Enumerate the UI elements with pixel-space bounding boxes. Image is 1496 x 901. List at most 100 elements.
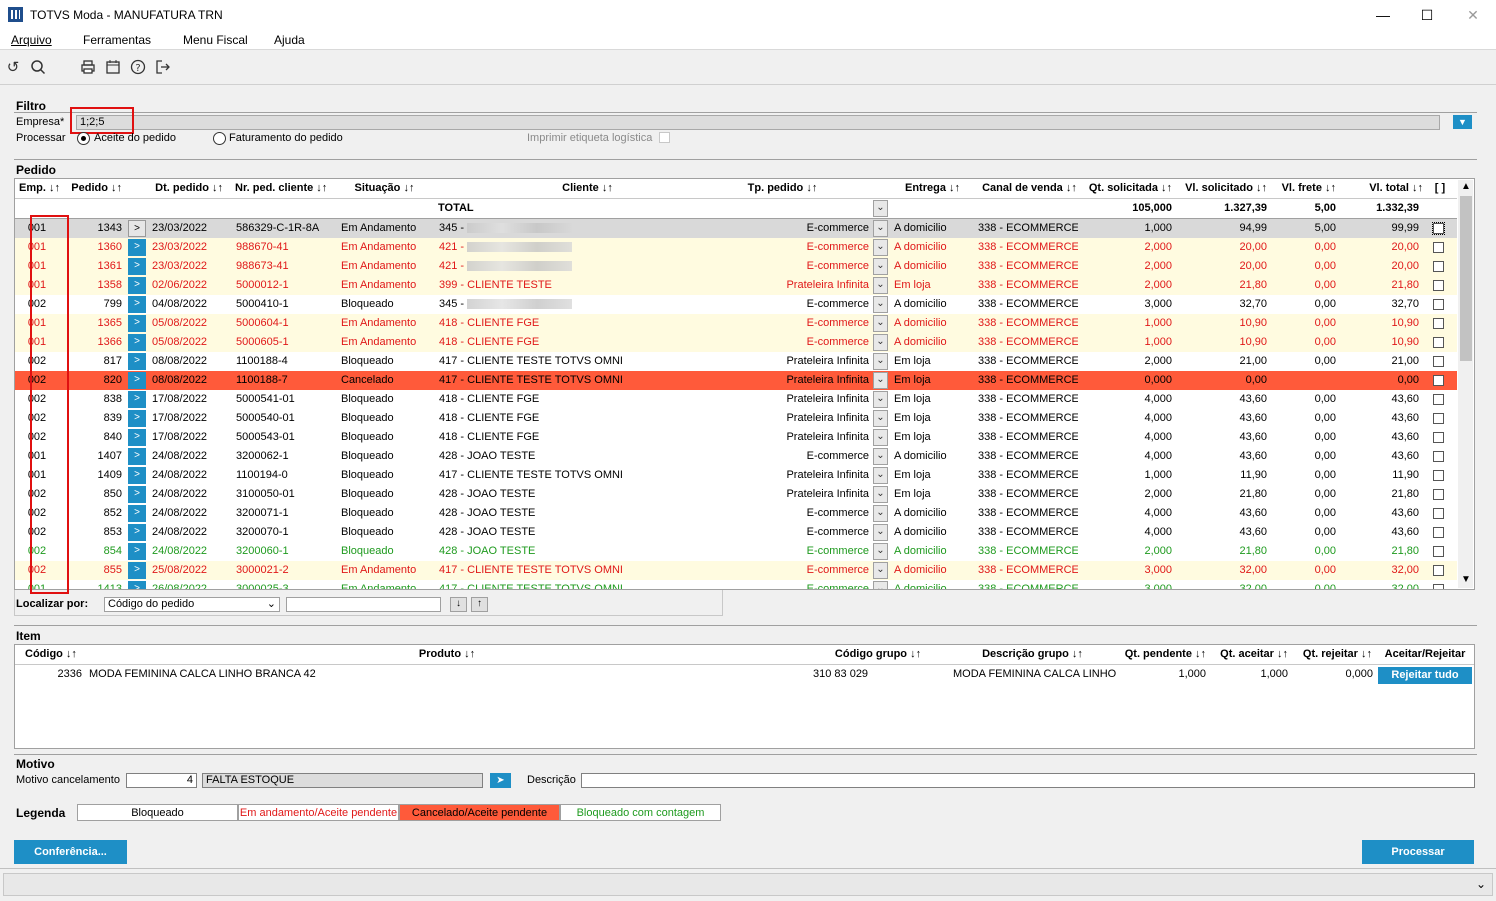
order-row[interactable]: 002 840 17/08/2022 5000543-01 Bloqueado 418 -… — [15, 428, 1457, 447]
order-select-checkbox[interactable] — [1433, 470, 1444, 481]
order-type-dropdown-icon[interactable]: ⌄ — [873, 391, 888, 408]
order-expand-button[interactable]: > — [128, 391, 146, 408]
order-expand-button[interactable]: > — [128, 220, 146, 237]
order-row[interactable]: 001 1366 05/08/2022 5000605-1 Em Andamento 41… — [15, 333, 1457, 352]
order-select-checkbox[interactable] — [1433, 394, 1444, 405]
order-select-checkbox[interactable] — [1433, 432, 1444, 443]
col-qt-solicitada[interactable]: Qt. solicitada ↓↑ — [1080, 179, 1176, 198]
order-expand-button[interactable]: > — [128, 372, 146, 389]
order-row[interactable]: 001 1407 24/08/2022 3200062-1 Bloqueado 428 -… — [15, 447, 1457, 466]
item-col-qt-rejeitar[interactable]: Qt. rejeitar ↓↑ — [1292, 645, 1376, 664]
item-col-aceitar-rejeitar[interactable]: Aceitar/Rejeitar — [1376, 645, 1474, 664]
find-next-button[interactable]: ↓ — [450, 597, 467, 612]
col-cliente[interactable]: Cliente ↓↑ — [435, 179, 740, 198]
refresh-icon[interactable]: ↺ — [4, 59, 22, 77]
order-type-dropdown-icon[interactable]: ⌄ — [873, 467, 888, 484]
order-type-dropdown-icon[interactable]: ⌄ — [873, 258, 888, 275]
menu-fiscal[interactable]: Menu Fiscal — [183, 33, 248, 47]
localizar-select[interactable]: Código do pedido ⌄ — [104, 597, 280, 612]
item-col-qt-aceitar[interactable]: Qt. aceitar ↓↑ — [1210, 645, 1292, 664]
col-vl-total[interactable]: Vl. total ↓↑ — [1340, 179, 1427, 198]
scroll-down-icon[interactable]: ▼ — [1461, 574, 1471, 585]
total-dropdown-icon[interactable]: ⌄ — [873, 200, 888, 217]
item-col-descricao-grupo[interactable]: Descrição grupo ↓↑ — [950, 645, 1115, 664]
find-prev-button[interactable]: ↑ — [471, 597, 488, 612]
order-select-checkbox[interactable] — [1433, 318, 1444, 329]
order-row[interactable]: 002 838 17/08/2022 5000541-01 Bloqueado 418 -… — [15, 390, 1457, 409]
order-expand-button[interactable]: > — [128, 429, 146, 446]
motivo-search-button[interactable]: ➤ — [490, 773, 511, 788]
calendar-icon[interactable] — [104, 59, 122, 77]
order-row[interactable]: 001 1413 26/08/2022 3000025-3 Em Andamento 41… — [15, 580, 1457, 589]
minimize-button[interactable]: — — [1360, 2, 1406, 28]
item-row[interactable]: 2336 MODA FEMININA CALCA LINHO BRANCA 42… — [15, 665, 1474, 684]
item-col-produto[interactable]: Produto ↓↑ — [87, 645, 807, 664]
maximize-button[interactable]: ☐ — [1404, 2, 1450, 28]
order-type-dropdown-icon[interactable]: ⌄ — [873, 334, 888, 351]
order-type-dropdown-icon[interactable]: ⌄ — [873, 296, 888, 313]
order-row[interactable]: 002 820 08/08/2022 1100188-7 Cancelado 417 - … — [15, 371, 1457, 390]
motivo-code-input[interactable]: 4 — [126, 773, 197, 788]
order-type-dropdown-icon[interactable]: ⌄ — [873, 353, 888, 370]
order-select-checkbox[interactable] — [1433, 375, 1444, 386]
col-vl-frete[interactable]: Vl. frete ↓↑ — [1271, 179, 1340, 198]
order-type-dropdown-icon[interactable]: ⌄ — [873, 429, 888, 446]
empresa-input[interactable]: 1;2;5 — [76, 115, 1440, 130]
menu-ferramentas[interactable]: Ferramentas — [83, 33, 151, 47]
order-select-checkbox[interactable] — [1433, 337, 1444, 348]
order-type-dropdown-icon[interactable]: ⌄ — [873, 448, 888, 465]
order-select-checkbox[interactable] — [1433, 508, 1444, 519]
radio-faturamento[interactable] — [213, 132, 226, 145]
order-type-dropdown-icon[interactable]: ⌄ — [873, 524, 888, 541]
order-type-dropdown-icon[interactable]: ⌄ — [873, 220, 888, 237]
item-col-codigo-grupo[interactable]: Código grupo ↓↑ — [808, 645, 948, 664]
descricao-input[interactable] — [581, 773, 1475, 788]
order-type-dropdown-icon[interactable]: ⌄ — [873, 410, 888, 427]
col-tp-pedido[interactable]: Tp. pedido ↓↑ — [740, 179, 825, 198]
col-pedido[interactable]: Pedido ↓↑ — [64, 179, 126, 198]
order-row[interactable]: 001 1358 02/06/2022 5000012-1 Em Andamento 39… — [15, 276, 1457, 295]
order-row[interactable]: 002 839 17/08/2022 5000540-01 Bloqueado 418 -… — [15, 409, 1457, 428]
order-select-checkbox[interactable] — [1433, 584, 1444, 589]
order-expand-button[interactable]: > — [128, 239, 146, 256]
status-chevron-down-icon[interactable]: ⌄ — [1476, 877, 1486, 891]
scroll-up-icon[interactable]: ▲ — [1461, 181, 1471, 192]
order-row[interactable]: 002 817 08/08/2022 1100188-4 Bloqueado 417 - … — [15, 352, 1457, 371]
order-expand-button[interactable]: > — [128, 410, 146, 427]
order-type-dropdown-icon[interactable]: ⌄ — [873, 581, 888, 589]
order-select-checkbox[interactable] — [1433, 451, 1444, 462]
order-type-dropdown-icon[interactable]: ⌄ — [873, 562, 888, 579]
order-select-checkbox[interactable] — [1432, 222, 1445, 235]
order-select-checkbox[interactable] — [1433, 356, 1444, 367]
order-expand-button[interactable]: > — [128, 505, 146, 522]
col-emp[interactable]: Emp. ↓↑ — [15, 179, 64, 198]
order-select-checkbox[interactable] — [1433, 527, 1444, 538]
print-icon[interactable] — [79, 59, 97, 77]
order-type-dropdown-icon[interactable]: ⌄ — [873, 315, 888, 332]
order-row[interactable]: 002 853 24/08/2022 3200070-1 Bloqueado 428 - … — [15, 523, 1457, 542]
order-row[interactable]: 001 1361 23/03/2022 988673-41 Em Andamento 42… — [15, 257, 1457, 276]
close-button[interactable]: ✕ — [1450, 2, 1496, 28]
order-row[interactable]: 002 850 24/08/2022 3100050-01 Bloqueado 428 -… — [15, 485, 1457, 504]
order-select-checkbox[interactable] — [1433, 280, 1444, 291]
search-icon[interactable] — [29, 59, 47, 77]
order-select-checkbox[interactable] — [1433, 413, 1444, 424]
order-expand-button[interactable]: > — [128, 581, 146, 589]
order-type-dropdown-icon[interactable]: ⌄ — [873, 277, 888, 294]
col-entrega[interactable]: Entrega ↓↑ — [890, 179, 975, 198]
order-expand-button[interactable]: > — [128, 543, 146, 560]
radio-aceite[interactable] — [77, 132, 90, 145]
order-row[interactable]: 001 1343 23/03/2022 586329-C-1R-8A Em Andame… — [15, 219, 1457, 238]
order-expand-button[interactable]: > — [128, 467, 146, 484]
order-expand-button[interactable]: > — [128, 296, 146, 313]
order-row[interactable]: 002 852 24/08/2022 3200071-1 Bloqueado 428 - … — [15, 504, 1457, 523]
order-select-checkbox[interactable] — [1433, 261, 1444, 272]
col-canal-venda[interactable]: Canal de venda ↓↑ — [977, 179, 1082, 198]
filter-icon[interactable]: ▼ — [1453, 115, 1472, 129]
col-situacao[interactable]: Situação ↓↑ — [337, 179, 432, 198]
col-nr-ped-cliente[interactable]: Nr. ped. cliente ↓↑ — [232, 179, 337, 198]
order-select-checkbox[interactable] — [1433, 299, 1444, 310]
menu-arquivo[interactable]: Arquivo — [11, 33, 52, 47]
processar-button[interactable]: Processar — [1362, 840, 1474, 864]
grid-scroll-thumb[interactable] — [1460, 196, 1472, 361]
